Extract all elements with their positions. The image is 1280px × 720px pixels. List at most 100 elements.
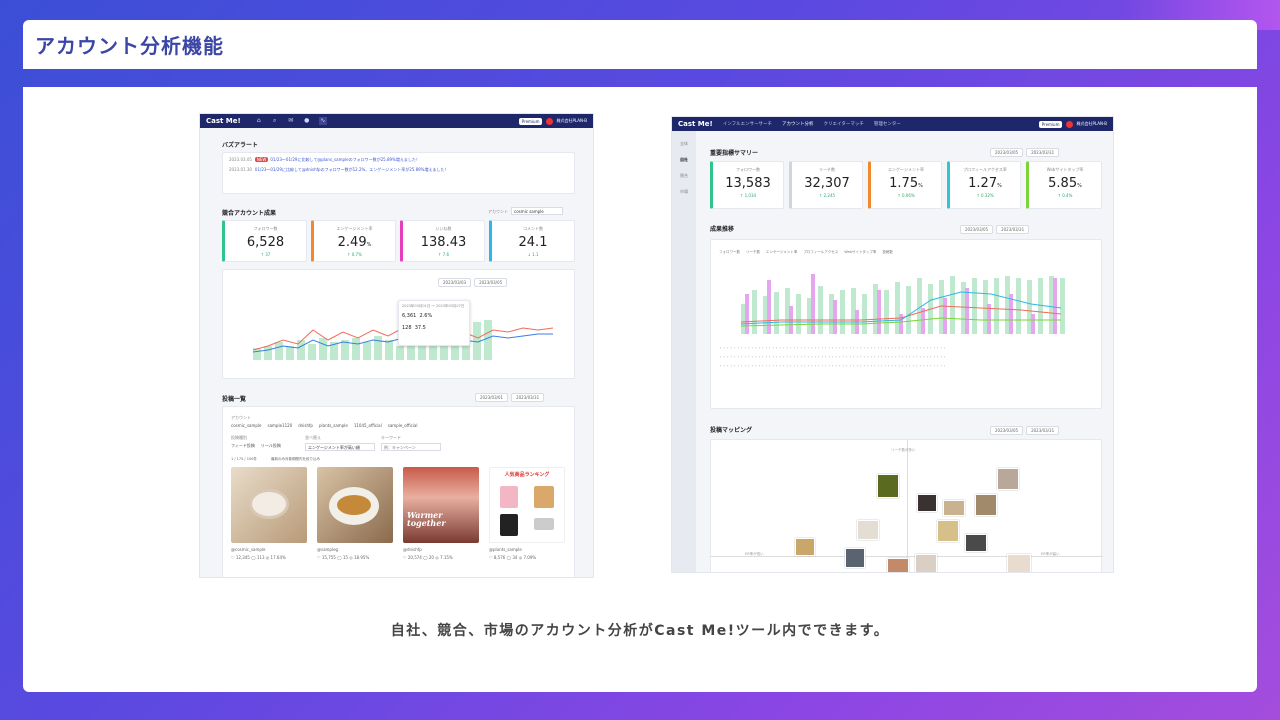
kpi-engagement: エンゲージメント率 1.75% ↑ 0.06% (868, 161, 942, 209)
post-type-checkbox[interactable]: リール投稿 (261, 443, 281, 449)
mapping-top-label: リーチ数が多い (891, 448, 916, 452)
sidebar-item[interactable]: 全体 (680, 141, 696, 147)
account-checkbox[interactable]: 11045_official (354, 423, 382, 428)
mapping-date-range[interactable]: 2023/03/05 2023/03/31 (990, 426, 1060, 435)
post-thumbnail[interactable] (997, 468, 1019, 490)
keyword-input[interactable] (381, 443, 441, 451)
filter-checkbox[interactable]: 最新のみ対象期間内を絞り込み (271, 457, 320, 462)
avatar[interactable] (546, 117, 554, 125)
account-checkbox[interactable]: cosmic_sample (231, 423, 261, 428)
trend-lines (741, 274, 1062, 334)
kpi-likes: いいね数 138.43 ↑ 7.6 (400, 220, 485, 262)
nav-menu-item[interactable]: インフルエンサーサーチ (723, 121, 772, 127)
account-checkboxes: cosmic_sample sample1120 dnishfp plants_… (231, 423, 417, 428)
post-thumbnail[interactable] (795, 538, 815, 556)
post-thumbnail[interactable] (845, 548, 865, 568)
post-thumbnail[interactable] (975, 494, 997, 516)
post-thumbnail[interactable] (943, 500, 965, 516)
company-name[interactable]: 株式会社PLAN-B (1076, 121, 1107, 127)
account-label: アカウント (488, 209, 508, 214)
mapping-title: 投稿マッピング (710, 427, 753, 434)
summary-kpis: フォロワー数 13,583 ↑ 1,034 リーチ数 32,307 ↑ 2,245 エン… (710, 161, 1102, 211)
post-thumbnail[interactable] (965, 534, 987, 552)
alert-item[interactable]: 2023.03.05 NEW 01/23〜01/29に比較して@plans_samp… (229, 157, 568, 163)
account-checkbox[interactable]: sample_official (388, 423, 418, 428)
app-logo[interactable]: Cast Me! (678, 120, 713, 128)
sort-select[interactable]: エンゲージメント率が高い順 (305, 443, 375, 451)
app-logo[interactable]: Cast Me! (206, 117, 241, 125)
top-nav: Cast Me! インフルエンサーサーチ アカウント分析 クリエイターマッチ 管… (672, 117, 1113, 131)
competitor-kpis: フォロワー数 6,528 ↑ 37 エンゲージメント率 2.49% ↑ 0.7% いいね… (222, 220, 575, 262)
post-user: @cosmic_sample (231, 547, 266, 552)
post-stats: ♡ 15,755 ◯ 15 ◎ 18.95% (317, 555, 370, 560)
post-stats: ♡ 12,345 ◯ 113 ◎ 17.64% (231, 555, 286, 560)
post-thumbnail[interactable] (915, 554, 937, 572)
post-type-checkbox[interactable]: フィード投稿 (231, 443, 255, 449)
trend-table: ・・・・・・・・・・・・・・・・・・・・・・・・・・・・・・・・・・・・・・・・… (719, 346, 947, 368)
account-checkbox[interactable]: dnishfp (298, 423, 313, 428)
post-thumbnail[interactable] (937, 520, 959, 542)
trend-date-range[interactable]: 2023/03/05 2023/03/31 (960, 225, 1030, 234)
sidebar: 全体 自社 競合 市場 (672, 131, 696, 572)
mail-icon[interactable]: ✉ (287, 117, 295, 125)
company-name[interactable]: 株式会社PLAN-B (556, 118, 587, 124)
slide-caption: 自社、競合、市場のアカウント分析がCast Me!ツール内でできます。 (390, 623, 890, 639)
kpi-reach: リーチ数 32,307 ↑ 2,245 (789, 161, 863, 209)
post-thumbnail[interactable] (877, 474, 899, 498)
buzz-alert-list: 2023.03.05 NEW 01/23〜01/29に比較して@plans_samp… (222, 152, 575, 194)
alert-item[interactable]: 2023.01.30 01/23〜01/29に比較して@dnishfpのフォロワー… (229, 167, 568, 173)
post-stats: ♡ 20,574 ◯ 20 ◎ 7.15% (403, 555, 453, 560)
sidebar-item[interactable]: 自社 (680, 157, 696, 163)
posts-date-range[interactable]: 2023/03/01 2023/03/31 (475, 393, 545, 402)
post-list-panel: アカウント cosmic_sample sample1120 dnishfp p… (222, 406, 575, 577)
plus-icon[interactable]: ● (303, 117, 311, 125)
home-icon[interactable]: ⌂ (255, 117, 263, 125)
kpi-followers: フォロワー数 13,583 ↑ 1,034 (710, 161, 784, 209)
trend-title: 成果推移 (710, 226, 735, 233)
nav-menu-item[interactable]: クリエイターマッチ (824, 121, 864, 127)
content-panel: Cast Me! ⌂ ⌕ ✉ ● ∿ Premium 株式会社PLAN-B バズ… (23, 87, 1257, 692)
post-thumbnail[interactable] (231, 467, 307, 543)
post-thumbnail[interactable] (317, 467, 393, 543)
post-thumbnail[interactable]: 人気商品ランキング (489, 467, 565, 543)
summary-date-range[interactable]: 2023/03/05 2023/03/31 (990, 148, 1060, 157)
slide-title: アカウント分析機能 (35, 34, 224, 58)
top-nav: Cast Me! ⌂ ⌕ ✉ ● ∿ Premium 株式会社PLAN-B (200, 114, 593, 128)
kpi-comments: コメント数 24.1 ↓ 1.1 (489, 220, 575, 262)
kpi-engagement: エンゲージメント率 2.49% ↑ 0.7% (311, 220, 396, 262)
mapping-left-label: ER率が低い (745, 552, 764, 556)
post-stats: ♡ 8,576 ◯ 34 ◎ 7.09% (489, 555, 537, 560)
buzz-alert-title: バズアラート (222, 142, 259, 149)
account-checkbox[interactable]: sample1120 (267, 423, 292, 428)
post-thumbnail[interactable] (887, 558, 909, 572)
nav-menu-item[interactable]: アカウント分析 (782, 121, 814, 127)
post-thumbnail[interactable] (917, 494, 937, 512)
premium-badge: Premium (518, 117, 543, 125)
chart-icon[interactable]: ∿ (318, 117, 327, 125)
post-thumbnail[interactable] (857, 520, 879, 540)
post-type-checkboxes: フィード投稿 リール投稿 (231, 443, 281, 449)
post-user: @plants_sample (489, 547, 522, 552)
kpi-followers: フォロワー数 6,528 ↑ 37 (222, 220, 307, 262)
trend-legend: フォロワー数 リーチ数 エンゲージメント率 プロフィールアクセス Webサイトタップ率投… (719, 250, 893, 254)
post-thumbnail[interactable] (1007, 554, 1031, 572)
sort-label: 並べ替え (305, 435, 321, 440)
chart-tooltip: 2023年03月01日 〜 2023年03月07日 6,361 2.6% 128… (398, 300, 470, 346)
competitor-title: 競合アカウント成果 (222, 210, 277, 217)
post-user: @dnishfp (403, 547, 422, 552)
post-mapping-chart: リーチ数が多い ER率が低い ER率が高い (710, 439, 1103, 572)
post-thumbnail[interactable]: Warmer together (403, 467, 479, 543)
sidebar-item[interactable]: 競合 (680, 173, 696, 179)
avatar[interactable] (1066, 120, 1074, 128)
account-select[interactable]: cosmic sample (511, 207, 563, 215)
competitor-chart: 2023/03/03 2023/03/05 2023年03月01日 〜 2023年… (222, 269, 575, 379)
account-checkbox[interactable]: plants_sample (319, 423, 348, 428)
keyword-label: キーワード (381, 435, 401, 440)
kpi-profile-access: プロフィールアクセス率 1.27% ↑ 0.32% (947, 161, 1021, 209)
slide-header: アカウント分析機能 (23, 20, 1257, 69)
chart-date-range[interactable]: 2023/03/03 2023/03/05 (438, 278, 508, 287)
nav-menu-item[interactable]: 管理センター (874, 121, 901, 127)
sidebar-item[interactable]: 市場 (680, 189, 696, 195)
posts-title: 投稿一覧 (222, 396, 247, 403)
search-icon[interactable]: ⌕ (271, 117, 279, 125)
